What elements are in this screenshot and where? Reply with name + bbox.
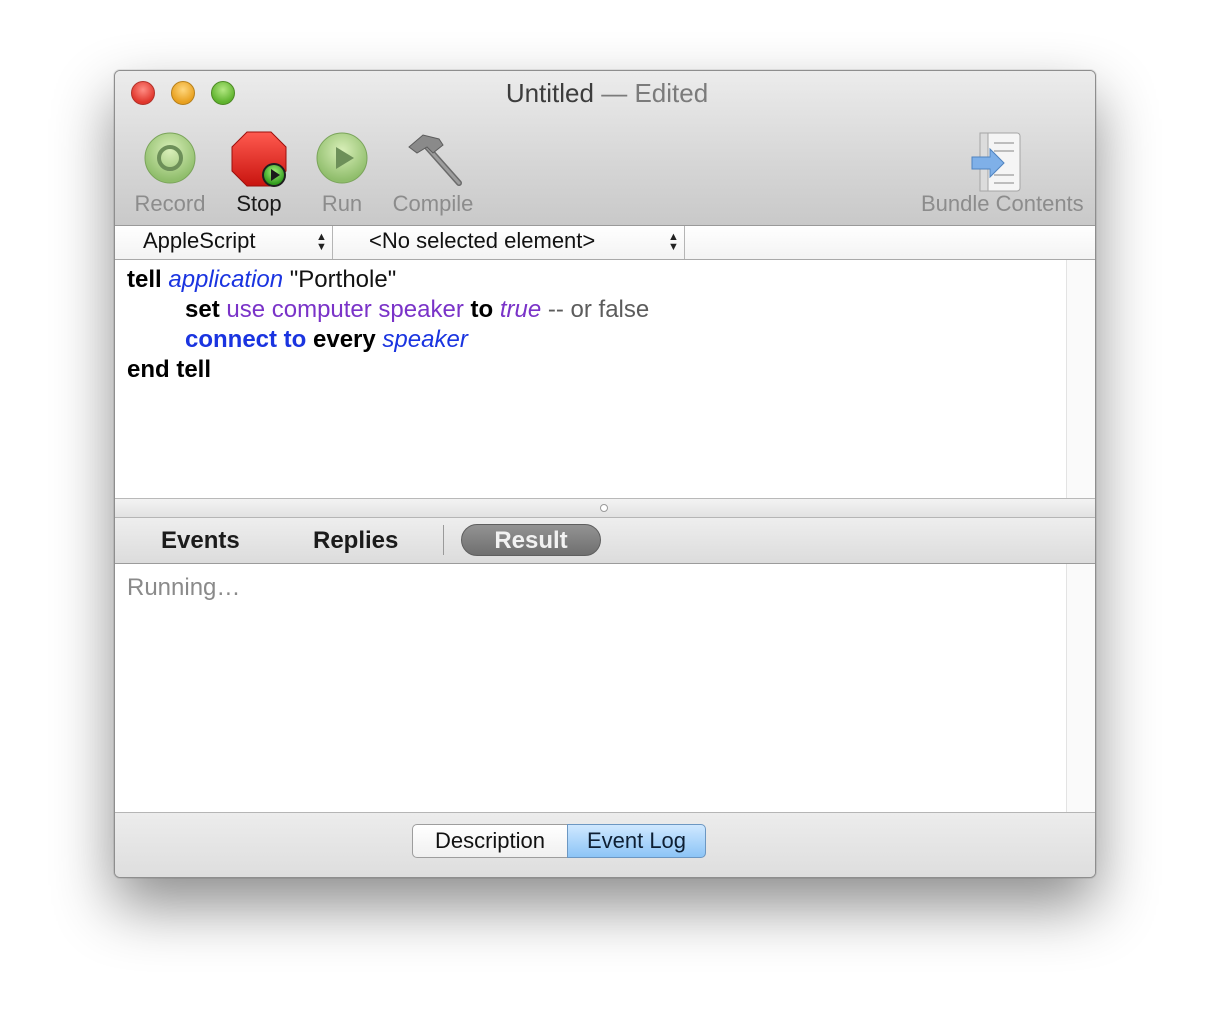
script-editor-window: Untitled — Edited Record Stop Run Compil… (114, 70, 1096, 878)
edited-status: Edited (634, 78, 709, 108)
stop-icon (231, 131, 287, 187)
navigation-bar: AppleScript ▲ ▼ <No selected element> ▲ ▼ (115, 226, 1095, 260)
script-line-3: connect to every speaker (185, 326, 468, 353)
title-toolbar-area: Untitled — Edited Record Stop Run Compil… (115, 71, 1095, 226)
record-icon (144, 132, 196, 184)
pane-splitter[interactable] (115, 499, 1095, 518)
popup-arrows-icon: ▲ ▼ (316, 231, 327, 253)
compile-hammer-icon (408, 134, 462, 186)
result-output: Running… (115, 564, 1095, 813)
log-tab-bar: Events Replies Result (115, 518, 1095, 564)
record-label: Record (134, 191, 206, 216)
language-popup[interactable]: AppleScript ▲ ▼ (115, 226, 333, 259)
run-icon (316, 132, 368, 184)
tab-divider (443, 525, 444, 555)
bundle-contents-icon (971, 132, 1020, 192)
splitter-handle-icon[interactable] (600, 504, 608, 512)
run-button[interactable]: Run (315, 131, 369, 216)
run-label: Run (321, 191, 363, 216)
script-text[interactable]: tell application "Porthole" set use compu… (127, 265, 649, 385)
element-popup[interactable]: <No selected element> ▲ ▼ (333, 226, 685, 259)
tab-result[interactable]: Result (461, 524, 601, 556)
bundle-contents-button[interactable]: Bundle Contents (921, 131, 1084, 216)
description-button[interactable]: Description (412, 824, 568, 858)
running-status: Running… (127, 574, 241, 601)
window-title: Untitled — Edited (115, 78, 1095, 109)
output-scrollbar[interactable] (1066, 564, 1095, 812)
bundle-contents-label: Bundle Contents (921, 191, 1084, 216)
script-line-1: tell application "Porthole" (127, 266, 397, 293)
element-value: <No selected element> (369, 228, 596, 253)
tab-replies[interactable]: Replies (313, 527, 398, 555)
tab-events[interactable]: Events (161, 527, 240, 555)
event-log-button[interactable]: Event Log (567, 824, 706, 858)
editor-scrollbar[interactable] (1066, 260, 1095, 498)
script-line-4: end tell (127, 356, 212, 383)
stop-button[interactable]: Stop (231, 131, 287, 216)
script-editor[interactable]: tell application "Porthole" set use compu… (115, 260, 1095, 499)
language-value: AppleScript (143, 228, 256, 253)
bottom-bar: Description Event Log (115, 813, 1095, 877)
document-name: Untitled (505, 78, 594, 108)
popup-arrows-icon: ▲ ▼ (668, 231, 679, 253)
stop-label: Stop (236, 191, 282, 216)
record-button[interactable]: Record (135, 131, 205, 216)
script-line-2: set use computer speaker to true -- or f… (185, 296, 650, 323)
compile-label: Compile (392, 191, 474, 216)
compile-button[interactable]: Compile (393, 131, 473, 216)
title-separator: — (601, 78, 628, 108)
